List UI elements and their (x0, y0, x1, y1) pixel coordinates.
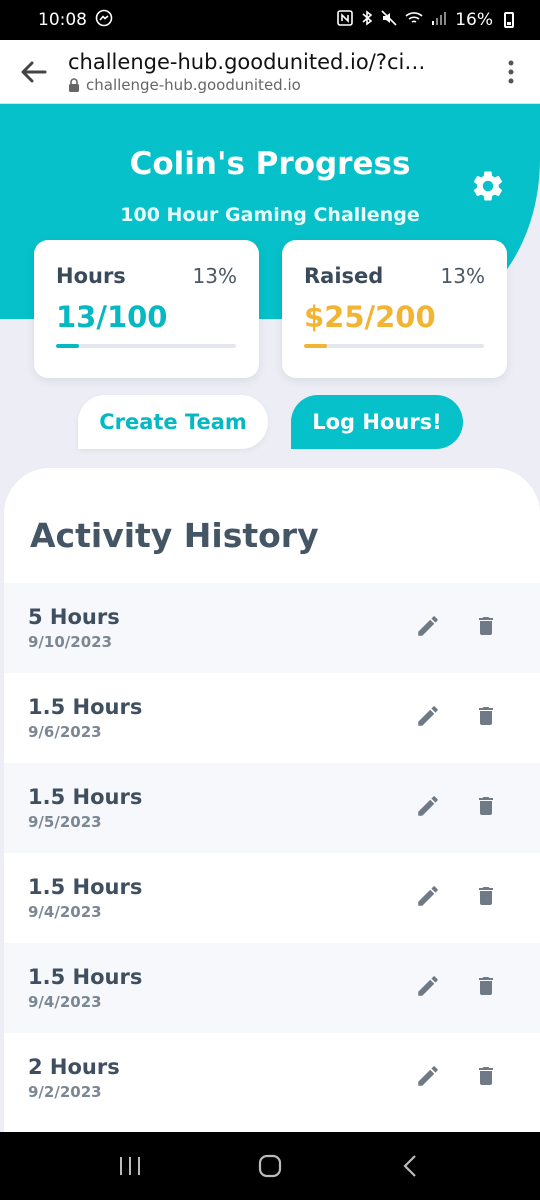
bluetooth-icon (361, 9, 373, 31)
list-item: 1.5 Hours 9/6/2023 (4, 673, 540, 763)
list-item: 5 Hours 9/10/2023 (4, 583, 540, 673)
battery-icon (504, 12, 514, 28)
list-item: 2 Hours 9/2/2023 (4, 1033, 540, 1123)
list-item: 1.5 Hours 9/4/2023 (4, 853, 540, 943)
list-item: 1.5 Hours 9/5/2023 (4, 763, 540, 853)
raised-progress-fill (304, 344, 328, 348)
activity-history-title: Activity History (30, 516, 319, 555)
url-text: challenge-hub.goodunited.io/?ci… (68, 49, 426, 74)
hours-progress-fill (56, 344, 80, 348)
browser-url-bar: challenge-hub.goodunited.io/?ci… challen… (0, 40, 540, 104)
activity-hours: 1.5 Hours (28, 785, 143, 809)
activity-hours: 1.5 Hours (28, 965, 143, 989)
edit-button[interactable] (414, 614, 442, 642)
trash-icon (474, 883, 498, 913)
list-item: 1.5 Hours 9/4/2023 (4, 943, 540, 1033)
status-bar: 10:08 16% (0, 0, 540, 40)
raised-label: Raised (304, 264, 384, 288)
messenger-icon (95, 9, 113, 32)
hours-label: Hours (56, 264, 126, 288)
challenge-subtitle: 100 Hour Gaming Challenge (120, 204, 420, 226)
raised-progress-track (304, 344, 484, 348)
trash-icon (474, 613, 498, 643)
system-nav-bar (0, 1132, 540, 1200)
delete-button[interactable] (472, 884, 500, 912)
mute-icon (381, 9, 397, 31)
activity-history-panel: Activity History 5 Hours 9/10/2023 1.5 Hou… (4, 468, 540, 1132)
activity-hours: 1.5 Hours (28, 875, 143, 899)
edit-button[interactable] (414, 794, 442, 822)
edit-button[interactable] (414, 1064, 442, 1092)
edit-button[interactable] (414, 704, 442, 732)
trash-icon (474, 793, 498, 823)
activity-hours: 5 Hours (28, 605, 120, 629)
pencil-icon (415, 883, 441, 913)
status-time: 10:08 (38, 10, 87, 30)
lock-icon (69, 77, 79, 92)
pencil-icon (415, 793, 441, 823)
hours-progress-track (56, 344, 236, 348)
hours-percent: 13% (192, 264, 237, 288)
settings-button[interactable] (468, 166, 508, 206)
delete-button[interactable] (472, 1064, 500, 1092)
raised-value: $25/200 (304, 300, 436, 334)
activity-list: 5 Hours 9/10/2023 1.5 Hours 9/6/2023 1.5 Hou… (4, 583, 540, 1123)
activity-date: 9/4/2023 (28, 903, 102, 921)
url-field[interactable]: challenge-hub.goodunited.io/?ci… challen… (68, 50, 482, 94)
activity-date: 9/6/2023 (28, 723, 102, 741)
battery-percent: 16% (455, 10, 493, 30)
edit-button[interactable] (414, 974, 442, 1002)
gear-icon (473, 171, 503, 201)
hours-value: 13/100 (56, 300, 168, 334)
activity-hours: 2 Hours (28, 1055, 120, 1079)
back-button[interactable] (0, 40, 68, 104)
activity-hours: 1.5 Hours (28, 695, 143, 719)
page-title: Colin's Progress (129, 146, 411, 182)
delete-button[interactable] (472, 974, 500, 1002)
system-back-button[interactable] (380, 1136, 440, 1196)
hours-card: Hours 13% 13/100 (34, 240, 259, 378)
edit-button[interactable] (414, 884, 442, 912)
activity-date: 9/5/2023 (28, 813, 102, 831)
pencil-icon (415, 973, 441, 1003)
chevron-left-icon (403, 1155, 416, 1177)
pencil-icon (415, 703, 441, 733)
more-vert-icon (508, 60, 514, 83)
pencil-icon (415, 613, 441, 643)
page-content: Colin's Progress 100 Hour Gaming Challen… (0, 104, 540, 1132)
wifi-icon (405, 10, 423, 31)
browser-menu-button[interactable] (482, 40, 540, 104)
recent-apps-button[interactable] (100, 1136, 160, 1196)
delete-button[interactable] (472, 704, 500, 732)
home-button[interactable] (240, 1136, 300, 1196)
raised-percent: 13% (440, 264, 485, 288)
delete-button[interactable] (472, 614, 500, 642)
delete-button[interactable] (472, 794, 500, 822)
nfc-icon (337, 9, 354, 31)
activity-date: 9/2/2023 (28, 1083, 102, 1101)
back-arrow-icon (21, 61, 47, 82)
activity-date: 9/4/2023 (28, 993, 102, 1011)
signal-icon (431, 10, 447, 31)
home-icon (258, 1154, 282, 1178)
create-team-button[interactable]: Create Team (78, 395, 268, 449)
pencil-icon (415, 1063, 441, 1093)
log-hours-button[interactable]: Log Hours! (291, 395, 463, 449)
activity-date: 9/10/2023 (28, 633, 113, 651)
raised-card: Raised 13% $25/200 (282, 240, 507, 378)
trash-icon (474, 1063, 498, 1093)
trash-icon (474, 703, 498, 733)
recent-apps-icon (120, 1157, 140, 1175)
url-domain: challenge-hub.goodunited.io (86, 75, 301, 94)
trash-icon (474, 973, 498, 1003)
